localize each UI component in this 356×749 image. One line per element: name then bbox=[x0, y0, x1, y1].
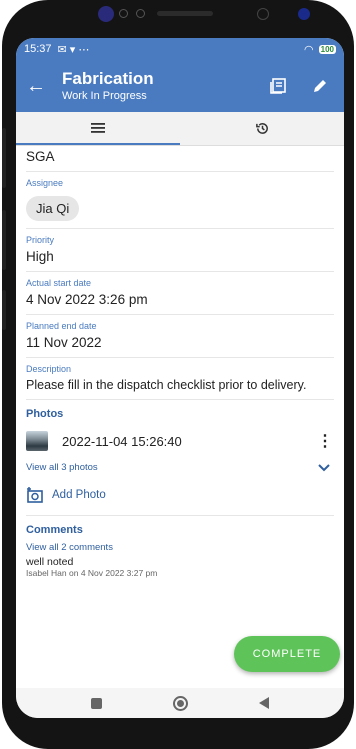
field-value: 4 Nov 2022 3:26 pm bbox=[26, 292, 148, 307]
back-triangle-icon[interactable] bbox=[258, 697, 269, 709]
phone-frame: 15:37 ✉ ▾ ⋯ ◠ 100 ← Fabrication Work In … bbox=[2, 0, 354, 749]
earpiece-speaker bbox=[157, 11, 213, 16]
front-camera bbox=[298, 8, 310, 20]
menu-icon bbox=[91, 122, 105, 133]
assignee-chip[interactable]: Jia Qi bbox=[26, 196, 80, 221]
sensor bbox=[136, 9, 145, 18]
status-bar: 15:37 ✉ ▾ ⋯ ◠ 100 bbox=[16, 38, 344, 60]
status-time: 15:37 bbox=[24, 43, 52, 55]
field-sga: SGA bbox=[26, 146, 334, 172]
photo-timestamp: 2022-11-04 15:26:40 bbox=[62, 433, 182, 449]
field-label: Assignee bbox=[26, 178, 64, 188]
field-actual-start: Actual start date 4 Nov 2022 3:26 pm bbox=[26, 272, 334, 315]
field-value: 11 Nov 2022 bbox=[26, 335, 102, 350]
recents-icon[interactable] bbox=[91, 697, 103, 709]
chevron-down-icon[interactable] bbox=[318, 463, 330, 472]
side-button bbox=[2, 210, 6, 270]
tab-details[interactable] bbox=[16, 112, 180, 145]
view-all-comments-link[interactable]: View all 2 comments bbox=[26, 538, 334, 553]
field-priority: Priority High bbox=[26, 229, 334, 272]
edit-icon[interactable] bbox=[306, 72, 334, 100]
side-button bbox=[2, 128, 6, 188]
screen: 15:37 ✉ ▾ ⋯ ◠ 100 ← Fabrication Work In … bbox=[16, 38, 344, 718]
home-icon[interactable] bbox=[172, 695, 188, 711]
tab-bar bbox=[16, 112, 344, 146]
page-title: Fabrication bbox=[62, 69, 154, 88]
comments-heading: Comments bbox=[26, 524, 83, 536]
battery-icon: 100 bbox=[318, 44, 336, 54]
view-all-photos-row[interactable]: View all 3 photos bbox=[26, 456, 334, 479]
side-button bbox=[2, 290, 6, 330]
field-value: SGA bbox=[26, 149, 55, 164]
field-value: High bbox=[26, 249, 54, 264]
photo-thumbnail[interactable] bbox=[26, 431, 48, 451]
field-label: Planned end date bbox=[26, 321, 97, 331]
add-photo-button[interactable]: Add Photo bbox=[26, 479, 334, 516]
sensor bbox=[257, 8, 269, 20]
notification-icons: ✉ ▾ ⋯ bbox=[57, 43, 90, 56]
field-description: Description Please fill in the dispatch … bbox=[26, 358, 334, 400]
field-value: Please fill in the dispatch checklist pr… bbox=[26, 378, 307, 392]
back-arrow-icon[interactable]: ← bbox=[26, 75, 54, 98]
photos-heading: Photos bbox=[26, 408, 64, 420]
sensor bbox=[119, 9, 128, 18]
detail-content: SGA Assignee Jia Qi Priority High Actual… bbox=[16, 146, 344, 578]
field-assignee: Assignee Jia Qi bbox=[26, 172, 334, 229]
complete-button[interactable]: COMPLETE bbox=[234, 636, 340, 672]
field-planned-end: Planned end date 11 Nov 2022 bbox=[26, 315, 334, 358]
field-label: Actual start date bbox=[26, 278, 92, 288]
app-bar: ← Fabrication Work In Progress bbox=[16, 60, 344, 112]
view-all-photos-link[interactable]: View all 3 photos bbox=[26, 462, 98, 473]
add-photo-icon bbox=[27, 487, 43, 503]
front-camera bbox=[98, 6, 114, 22]
wifi-icon: ◠ bbox=[304, 43, 314, 56]
comment-meta: Isabel Han on 4 Nov 2022 3:27 pm bbox=[26, 568, 158, 578]
checklist-icon[interactable] bbox=[264, 72, 292, 100]
history-icon bbox=[255, 123, 268, 134]
more-vert-icon[interactable]: ⋮ bbox=[316, 431, 334, 451]
field-label: Description bbox=[26, 364, 72, 374]
system-nav-bar bbox=[16, 688, 344, 718]
page-subtitle: Work In Progress bbox=[62, 90, 147, 102]
photo-item[interactable]: 2022-11-04 15:26:40 ⋮ bbox=[26, 426, 334, 456]
comment-text: well noted bbox=[26, 556, 74, 568]
field-label: Priority bbox=[26, 235, 55, 245]
add-photo-label: Add Photo bbox=[52, 489, 106, 501]
tab-history[interactable] bbox=[180, 112, 344, 145]
